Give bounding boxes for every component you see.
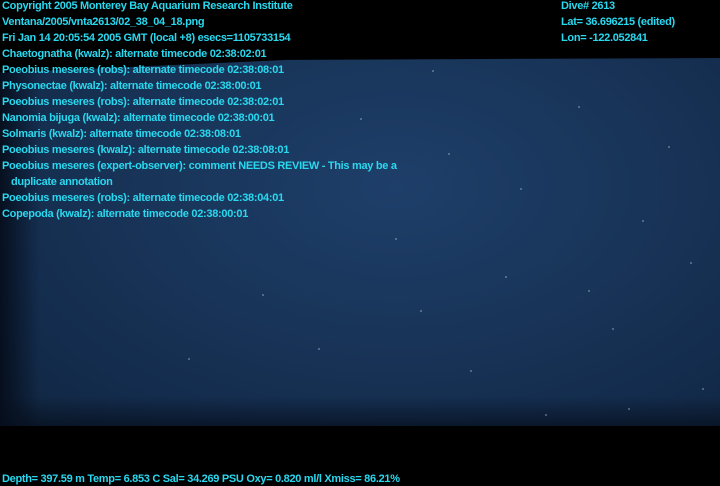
marine-snow-particle [612,328,614,330]
annotation-line: Nanomia bijuga (kwalz): alternate timeco… [2,112,275,124]
header-info-left: Copyright 2005 Monterey Bay Aquarium Res… [2,0,293,46]
marine-snow-particle [588,290,590,292]
annotation-line: Chaetognatha (kwalz): alternate timecode… [2,48,267,60]
annotation-line: Poeobius meseres (robs): alternate timec… [2,64,284,76]
image-filename: Ventana/2005/vnta2613/02_38_04_18.png [2,16,205,28]
marine-snow-particle [520,188,522,190]
annotation-line: Poeobius meseres (expert-observer): comm… [2,160,397,172]
marine-snow-particle [545,414,547,416]
latitude: Lat= 36.696215 (edited) [561,16,675,28]
marine-snow-particle [690,262,692,264]
telemetry-footer: Depth= 397.59 m Temp= 6.853 C Sal= 34.26… [2,473,400,485]
marine-snow-particle [642,220,644,222]
annotation-line: Poeobius meseres (robs): alternate timec… [2,96,284,108]
annotation-line: Poeobius meseres (robs): alternate timec… [2,192,284,204]
marine-snow-particle [188,358,190,360]
marine-snow-particle [628,408,630,410]
annotation-line-continuation: duplicate annotation [11,176,113,188]
marine-snow-particle [702,388,704,390]
annotation-line: Solmaris (kwalz): alternate timecode 02:… [2,128,241,140]
video-frame: Copyright 2005 Monterey Bay Aquarium Res… [0,0,720,486]
marine-snow-particle [470,370,472,372]
copyright-text: Copyright 2005 Monterey Bay Aquarium Res… [2,0,293,12]
marine-snow-particle [668,146,670,148]
marine-snow-particle [420,310,422,312]
marine-snow-particle [448,153,450,155]
marine-snow-particle [395,238,397,240]
marine-snow-particle [578,106,580,108]
dive-number: Dive# 2613 [561,0,615,12]
annotation-list: Chaetognatha (kwalz): alternate timecode… [2,46,397,222]
annotation-line: Poeobius meseres (kwalz): alternate time… [2,144,290,156]
marine-snow-particle [262,294,264,296]
bottom-vignette [0,396,720,426]
marine-snow-particle [318,348,320,350]
capture-timestamp: Fri Jan 14 20:05:54 2005 GMT (local +8) … [2,32,291,44]
longitude: Lon= -122.052841 [561,32,648,44]
annotation-line: Physonectae (kwalz): alternate timecode … [2,80,262,92]
annotation-line: Copepoda (kwalz): alternate timecode 02:… [2,208,249,220]
marine-snow-particle [505,276,507,278]
marine-snow-particle [432,70,434,72]
header-info-right: Dive# 2613 Lat= 36.696215 (edited) Lon= … [561,0,675,46]
